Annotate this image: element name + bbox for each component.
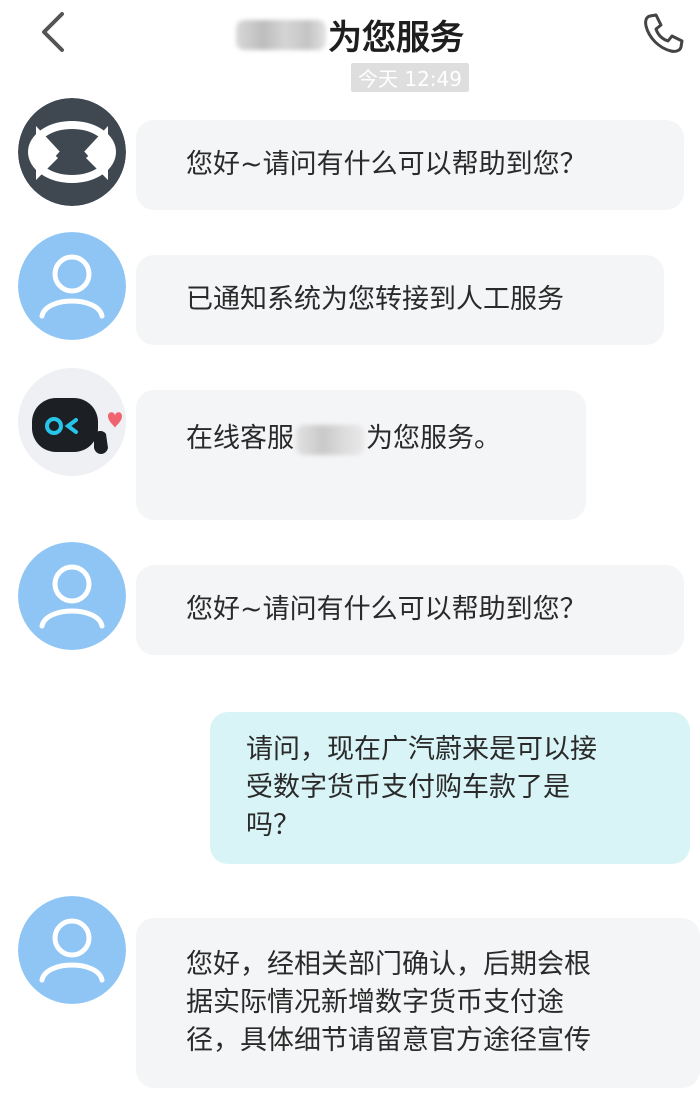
redacted-name <box>296 424 364 455</box>
avatar[interactable] <box>18 896 126 1004</box>
message-text: 您好~请问有什么可以帮助到您？ <box>186 149 587 180</box>
message-bubble[interactable]: 在线客服 为您服务。 <box>136 390 586 520</box>
avatar[interactable] <box>18 98 126 206</box>
message-bubble-outgoing[interactable]: 请问，现在广汽蔚来是可以接 受数字货币支付购车款了是 吗？ <box>210 712 690 864</box>
redacted-name <box>236 19 326 50</box>
message-text: 您好~请问有什么可以帮助到您？ <box>186 594 587 625</box>
message-text: 请问，现在广汽蔚来是可以接 受数字货币支付购车款了是 吗？ <box>246 734 597 841</box>
chat-header: 为您服务 <box>0 0 700 62</box>
header-title: 为您服务 <box>0 10 700 58</box>
phone-icon <box>644 13 684 53</box>
message-bubble[interactable]: 已通知系统为您转接到人工服务 <box>136 255 664 345</box>
message-text: 已通知系统为您转接到人工服务 <box>186 284 564 315</box>
message-bubble[interactable]: 您好~请问有什么可以帮助到您？ <box>136 120 684 210</box>
message-bubble[interactable]: 您好~请问有什么可以帮助到您？ <box>136 565 684 655</box>
avatar[interactable] <box>18 232 126 340</box>
timestamp-badge: 今天 12:49 <box>351 63 469 92</box>
user-icon <box>18 896 126 1004</box>
message-text: 在线客服 为您服务。 <box>186 423 501 455</box>
page-title: 为您服务 <box>328 18 464 58</box>
message-text: 您好，经相关部门确认，后期会根 据实际情况新增数字货币支付途 径，具体细节请留意… <box>186 949 591 1056</box>
message-bubble[interactable]: 您好，经相关部门确认，后期会根 据实际情况新增数字货币支付途 径，具体细节请留意… <box>136 918 700 1088</box>
robot-avatar-icon <box>18 368 126 476</box>
avatar[interactable] <box>18 368 126 476</box>
user-icon <box>18 232 126 340</box>
avatar[interactable] <box>18 542 126 650</box>
call-button[interactable] <box>640 10 686 56</box>
logo-avatar-icon <box>18 98 126 206</box>
user-icon <box>18 542 126 650</box>
